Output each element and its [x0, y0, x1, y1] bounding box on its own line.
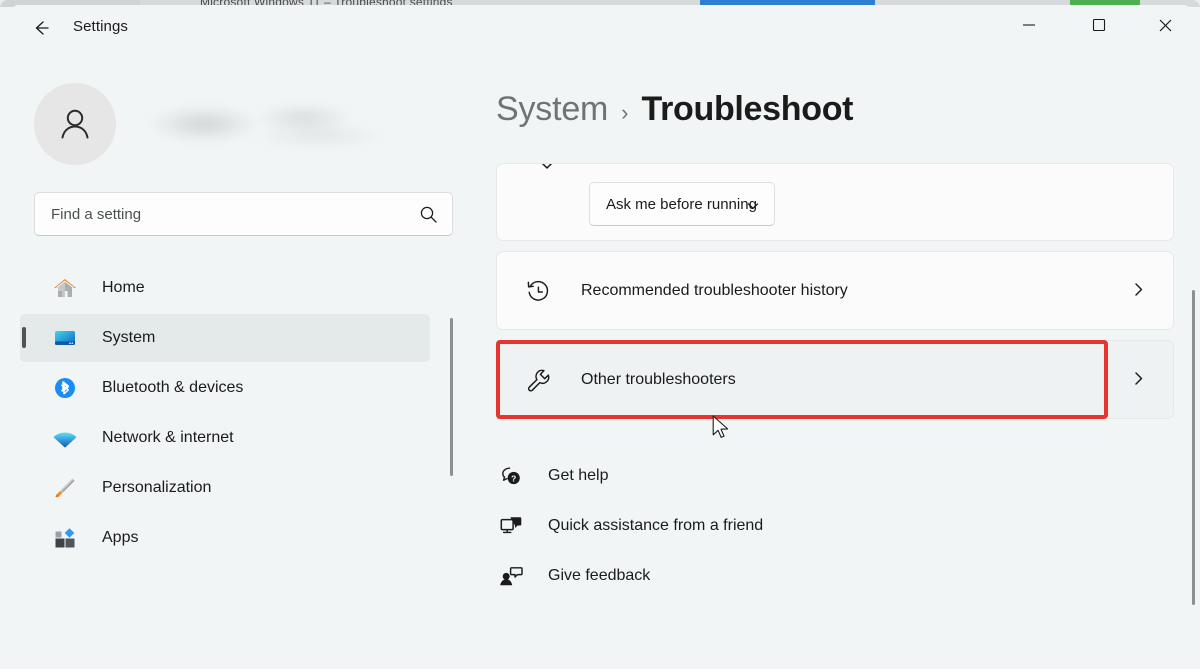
link-label: Give feedback [548, 567, 651, 584]
sidebar-nav: Home System Bluetooth & devices Network … [20, 264, 440, 564]
card-row[interactable]: Recommended troubleshooter history [497, 252, 1173, 329]
sidebar-item-network-internet[interactable]: Network & internet [20, 414, 430, 462]
search-box[interactable] [34, 192, 453, 236]
sidebar-item-label: Bluetooth & devices [102, 379, 244, 396]
help-links: ? Get help Quick assistance from a frien… [496, 451, 763, 601]
svg-text:?: ? [511, 473, 516, 483]
settings-card-list: Ask me before running Recommended troubl… [496, 163, 1174, 429]
chevron-down-icon [539, 164, 555, 179]
minimize-button[interactable] [1006, 5, 1052, 45]
back-button[interactable] [22, 11, 60, 45]
chevron-right-icon [1130, 370, 1147, 392]
chevron-right-icon [1130, 281, 1147, 303]
wrench-icon [523, 366, 553, 394]
close-icon [1159, 19, 1171, 31]
card-row-label: Recommended troubleshooter history [581, 281, 848, 299]
sidebar-item-label: Personalization [102, 479, 212, 496]
settings-window: Settings Find a setting Home System Blue… [10, 5, 1195, 669]
chevron-down-icon [746, 199, 760, 218]
apps-icon [50, 523, 80, 553]
back-arrow-icon [35, 21, 49, 35]
history-clock-icon [523, 277, 553, 305]
sidebar-item-personalization[interactable]: Personalization [20, 464, 430, 512]
minimize-icon [1023, 24, 1035, 26]
breadcrumb: System › Troubleshoot [496, 90, 854, 129]
breadcrumb-separator: › [621, 100, 629, 125]
recommended-troubleshooters-card: Ask me before running [496, 163, 1174, 241]
search-icon [419, 205, 438, 229]
card-row-label: Other troubleshooters [581, 370, 736, 388]
sidebar-item-system[interactable]: System [20, 314, 430, 362]
page-title: Troubleshoot [641, 90, 854, 128]
paintbrush-icon [50, 473, 80, 503]
sidebar-item-label: Network & internet [102, 429, 234, 446]
sidebar-scrollbar-thumb[interactable] [450, 318, 453, 476]
bluetooth-icon [50, 373, 80, 403]
title-bar: Settings [10, 5, 1192, 53]
link-quick-assistance[interactable]: Quick assistance from a friend [496, 501, 763, 551]
settings-window-root: Microsoft Windows 11 – Troubleshoot sett… [0, 0, 1200, 669]
feedback-person-icon [496, 563, 526, 589]
account-name-redacted [144, 88, 404, 160]
card-row[interactable]: Other troubleshooters [497, 341, 1173, 418]
person-avatar-icon [61, 109, 89, 139]
sidebar-item-bluetooth-devices[interactable]: Bluetooth & devices [20, 364, 430, 412]
other-troubleshooters-card[interactable]: Other troubleshooters [496, 340, 1174, 419]
avatar[interactable] [34, 83, 116, 165]
help-question-icon: ? [496, 463, 526, 489]
recommended-troubleshooter-history-card[interactable]: Recommended troubleshooter history [496, 251, 1174, 330]
sidebar-item-label: System [102, 329, 156, 346]
sidebar-item-apps[interactable]: Apps [20, 514, 430, 562]
maximize-icon [1092, 18, 1106, 32]
link-give-feedback[interactable]: Give feedback [496, 551, 763, 601]
recommended-troubleshooters-dropdown[interactable]: Ask me before running [589, 182, 775, 226]
sidebar-item-label: Apps [102, 529, 139, 546]
main-scrollbar-thumb[interactable] [1192, 290, 1195, 605]
maximize-button[interactable] [1076, 5, 1122, 45]
wifi-icon [50, 423, 80, 453]
link-get-help[interactable]: ? Get help [496, 451, 763, 501]
home-icon [50, 273, 80, 303]
dropdown-value: Ask me before running [606, 195, 757, 213]
sidebar: Home [10, 53, 470, 669]
main-content: System › Troubleshoot Ask me before runn… [470, 53, 1195, 669]
search-input[interactable] [51, 193, 401, 235]
link-label: Get help [548, 467, 609, 484]
breadcrumb-parent[interactable]: System [496, 90, 608, 129]
quick-assist-monitor-icon [496, 513, 526, 539]
link-label: Quick assistance from a friend [548, 517, 764, 534]
sidebar-item-label: Home [102, 279, 145, 296]
sidebar-item-home[interactable]: Home [20, 264, 430, 312]
close-button[interactable] [1142, 5, 1188, 45]
system-monitor-icon [50, 323, 80, 353]
app-title: Settings [73, 18, 128, 35]
